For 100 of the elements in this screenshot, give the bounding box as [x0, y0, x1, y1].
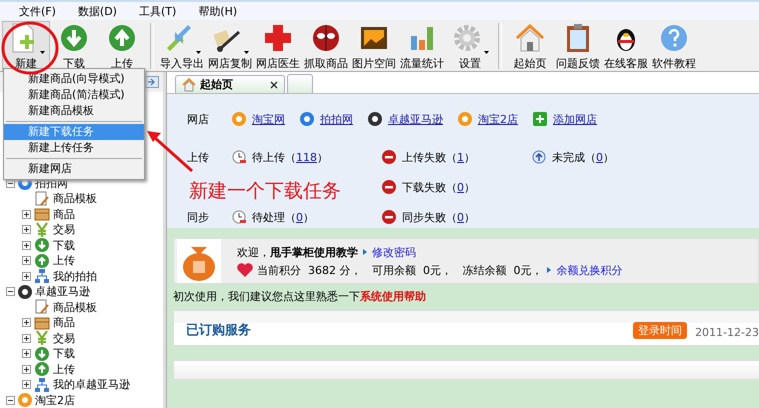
tree-item[interactable]: 卓越亚马逊 — [35, 284, 90, 300]
menu-item[interactable]: 新建商品(向导模式) — [4, 71, 144, 87]
row-label: 同步 — [187, 210, 210, 224]
expand-icon[interactable] — [22, 272, 31, 281]
expand-icon[interactable] — [22, 210, 31, 219]
tree-item[interactable]: 上传 — [53, 362, 75, 377]
house-icon — [182, 78, 196, 92]
status-text: 待上传（118） — [252, 150, 328, 164]
tree-item[interactable]: 交易 — [53, 330, 75, 346]
menu-item[interactable]: 新建商品模板 — [4, 103, 144, 119]
row-label: 上传 — [187, 150, 210, 164]
count-link[interactable]: 0 — [296, 210, 303, 224]
toolbar-button[interactable]: 问题反馈 — [554, 21, 602, 71]
yen-icon — [34, 222, 50, 238]
menu-item[interactable]: 文件(F) — [8, 4, 67, 18]
expand-icon[interactable] — [22, 240, 31, 250]
count-link[interactable]: 0 — [596, 150, 603, 164]
menu-item[interactable]: 工具(T) — [128, 4, 188, 18]
menu-item[interactable]: 数据(D) — [66, 4, 128, 18]
count-link[interactable]: 0 — [457, 210, 464, 224]
collapse-icon[interactable] — [6, 287, 15, 296]
network-icon — [34, 268, 50, 284]
shop-icon — [18, 284, 32, 299]
toolbar-button[interactable]: 抓取商品 — [302, 21, 350, 71]
exchange-link[interactable]: 余额兑换积分 — [556, 262, 622, 278]
expand-icon[interactable] — [22, 256, 31, 266]
password-link[interactable]: 修改密码 — [372, 244, 416, 260]
up-circle-icon — [532, 150, 546, 164]
tree-item[interactable]: 商品模板 — [53, 300, 97, 315]
toolbar-button[interactable]: 流量统计 — [398, 21, 446, 71]
tree-item[interactable]: 商品模板 — [53, 191, 97, 206]
plus-icon — [533, 112, 547, 126]
toolbar-button[interactable]: 导入导出 — [158, 21, 206, 71]
no-entry-icon — [382, 180, 396, 194]
tree-item[interactable]: 下载 — [53, 346, 75, 362]
expand-icon[interactable] — [22, 380, 31, 390]
menu-item[interactable]: 新建网店 — [4, 161, 144, 177]
status-text: 待处理（0） — [252, 210, 314, 224]
count-link[interactable]: 0 — [457, 180, 464, 194]
toolbar-button[interactable]: 网店复制 — [206, 21, 254, 71]
shop-link[interactable]: 添加网店 — [553, 112, 597, 126]
tree-item[interactable]: 商品 — [53, 315, 75, 330]
no-entry-icon — [382, 150, 396, 164]
tree-item[interactable]: 上传 — [53, 253, 75, 268]
menu-item[interactable]: 帮助(H) — [187, 4, 248, 18]
tree-item[interactable]: 淘宝2店 — [35, 392, 75, 408]
bullet-icon — [362, 249, 368, 255]
status-text: 同步失败（0） — [402, 210, 475, 224]
heart-icon — [237, 263, 253, 277]
tree-item[interactable]: 我的拍拍 — [53, 268, 97, 284]
help-link[interactable]: 系统使用帮助 — [360, 290, 426, 303]
document-pencil-icon — [34, 299, 50, 316]
section-title: 已订购服务 — [186, 322, 252, 339]
collapse-icon[interactable] — [6, 396, 15, 405]
tree-item[interactable]: 下载 — [53, 238, 75, 253]
shop-icon — [300, 112, 314, 126]
toolbar-button[interactable]: 设置 — [446, 21, 494, 71]
tree-item[interactable]: 商品 — [53, 206, 75, 222]
box-icon — [34, 206, 50, 222]
menu-item[interactable]: 新建上传任务 — [4, 140, 144, 156]
shop-link[interactable]: 拍拍网 — [320, 112, 353, 126]
shop-icon — [368, 112, 382, 126]
shop-link[interactable]: 卓越亚马逊 — [388, 112, 443, 126]
mask-icon — [310, 22, 342, 54]
toolbar-button[interactable]: 图片空间 — [350, 21, 398, 71]
toolbar-button[interactable]: 在线客服 — [602, 21, 650, 71]
expand-icon[interactable] — [22, 349, 31, 358]
shop-link[interactable]: 淘宝2店 — [478, 112, 518, 126]
clock-icon — [232, 210, 246, 224]
no-entry-icon — [382, 210, 396, 224]
menu-item[interactable]: 新建商品(简洁模式) — [4, 87, 144, 103]
toolbar-button[interactable]: 软件教程 — [650, 21, 698, 71]
close-icon — [270, 80, 278, 88]
clock-icon — [232, 150, 246, 164]
gear-icon — [451, 22, 483, 54]
toolbar-button[interactable]: 起始页 — [506, 21, 554, 71]
status-text: 下载失败（0） — [402, 180, 475, 194]
help-text: 初次使用，我们建议您点这里熟悉一下系统使用帮助 — [173, 289, 427, 305]
expand-icon[interactable] — [22, 364, 31, 374]
welcome-text: 欢迎，甩手掌柜使用教学 — [237, 244, 358, 260]
status-text: 未完成（0） — [552, 150, 614, 164]
tab[interactable]: 起始页 — [175, 75, 285, 93]
count-link[interactable]: 118 — [296, 150, 317, 164]
shop-link[interactable]: 淘宝网 — [252, 112, 285, 126]
pin-icon — [145, 76, 159, 88]
toolbar-button[interactable]: 网店医生 — [254, 21, 302, 71]
shop-icon — [232, 112, 246, 126]
tree-item[interactable]: 我的卓越亚马逊 — [53, 377, 130, 392]
network-icon — [34, 376, 50, 393]
close-button[interactable] — [270, 80, 278, 88]
bullet-icon — [546, 267, 552, 273]
tree-item[interactable]: 交易 — [53, 222, 75, 238]
tab-label: 起始页 — [200, 77, 234, 92]
date-text: 2011-12-23 — [695, 326, 759, 339]
yen-icon — [34, 330, 50, 346]
expand-icon[interactable] — [22, 225, 31, 234]
count-link[interactable]: 1 — [457, 150, 464, 164]
collapse-icon[interactable] — [6, 178, 15, 188]
expand-icon[interactable] — [22, 318, 31, 328]
expand-icon[interactable] — [22, 334, 31, 343]
